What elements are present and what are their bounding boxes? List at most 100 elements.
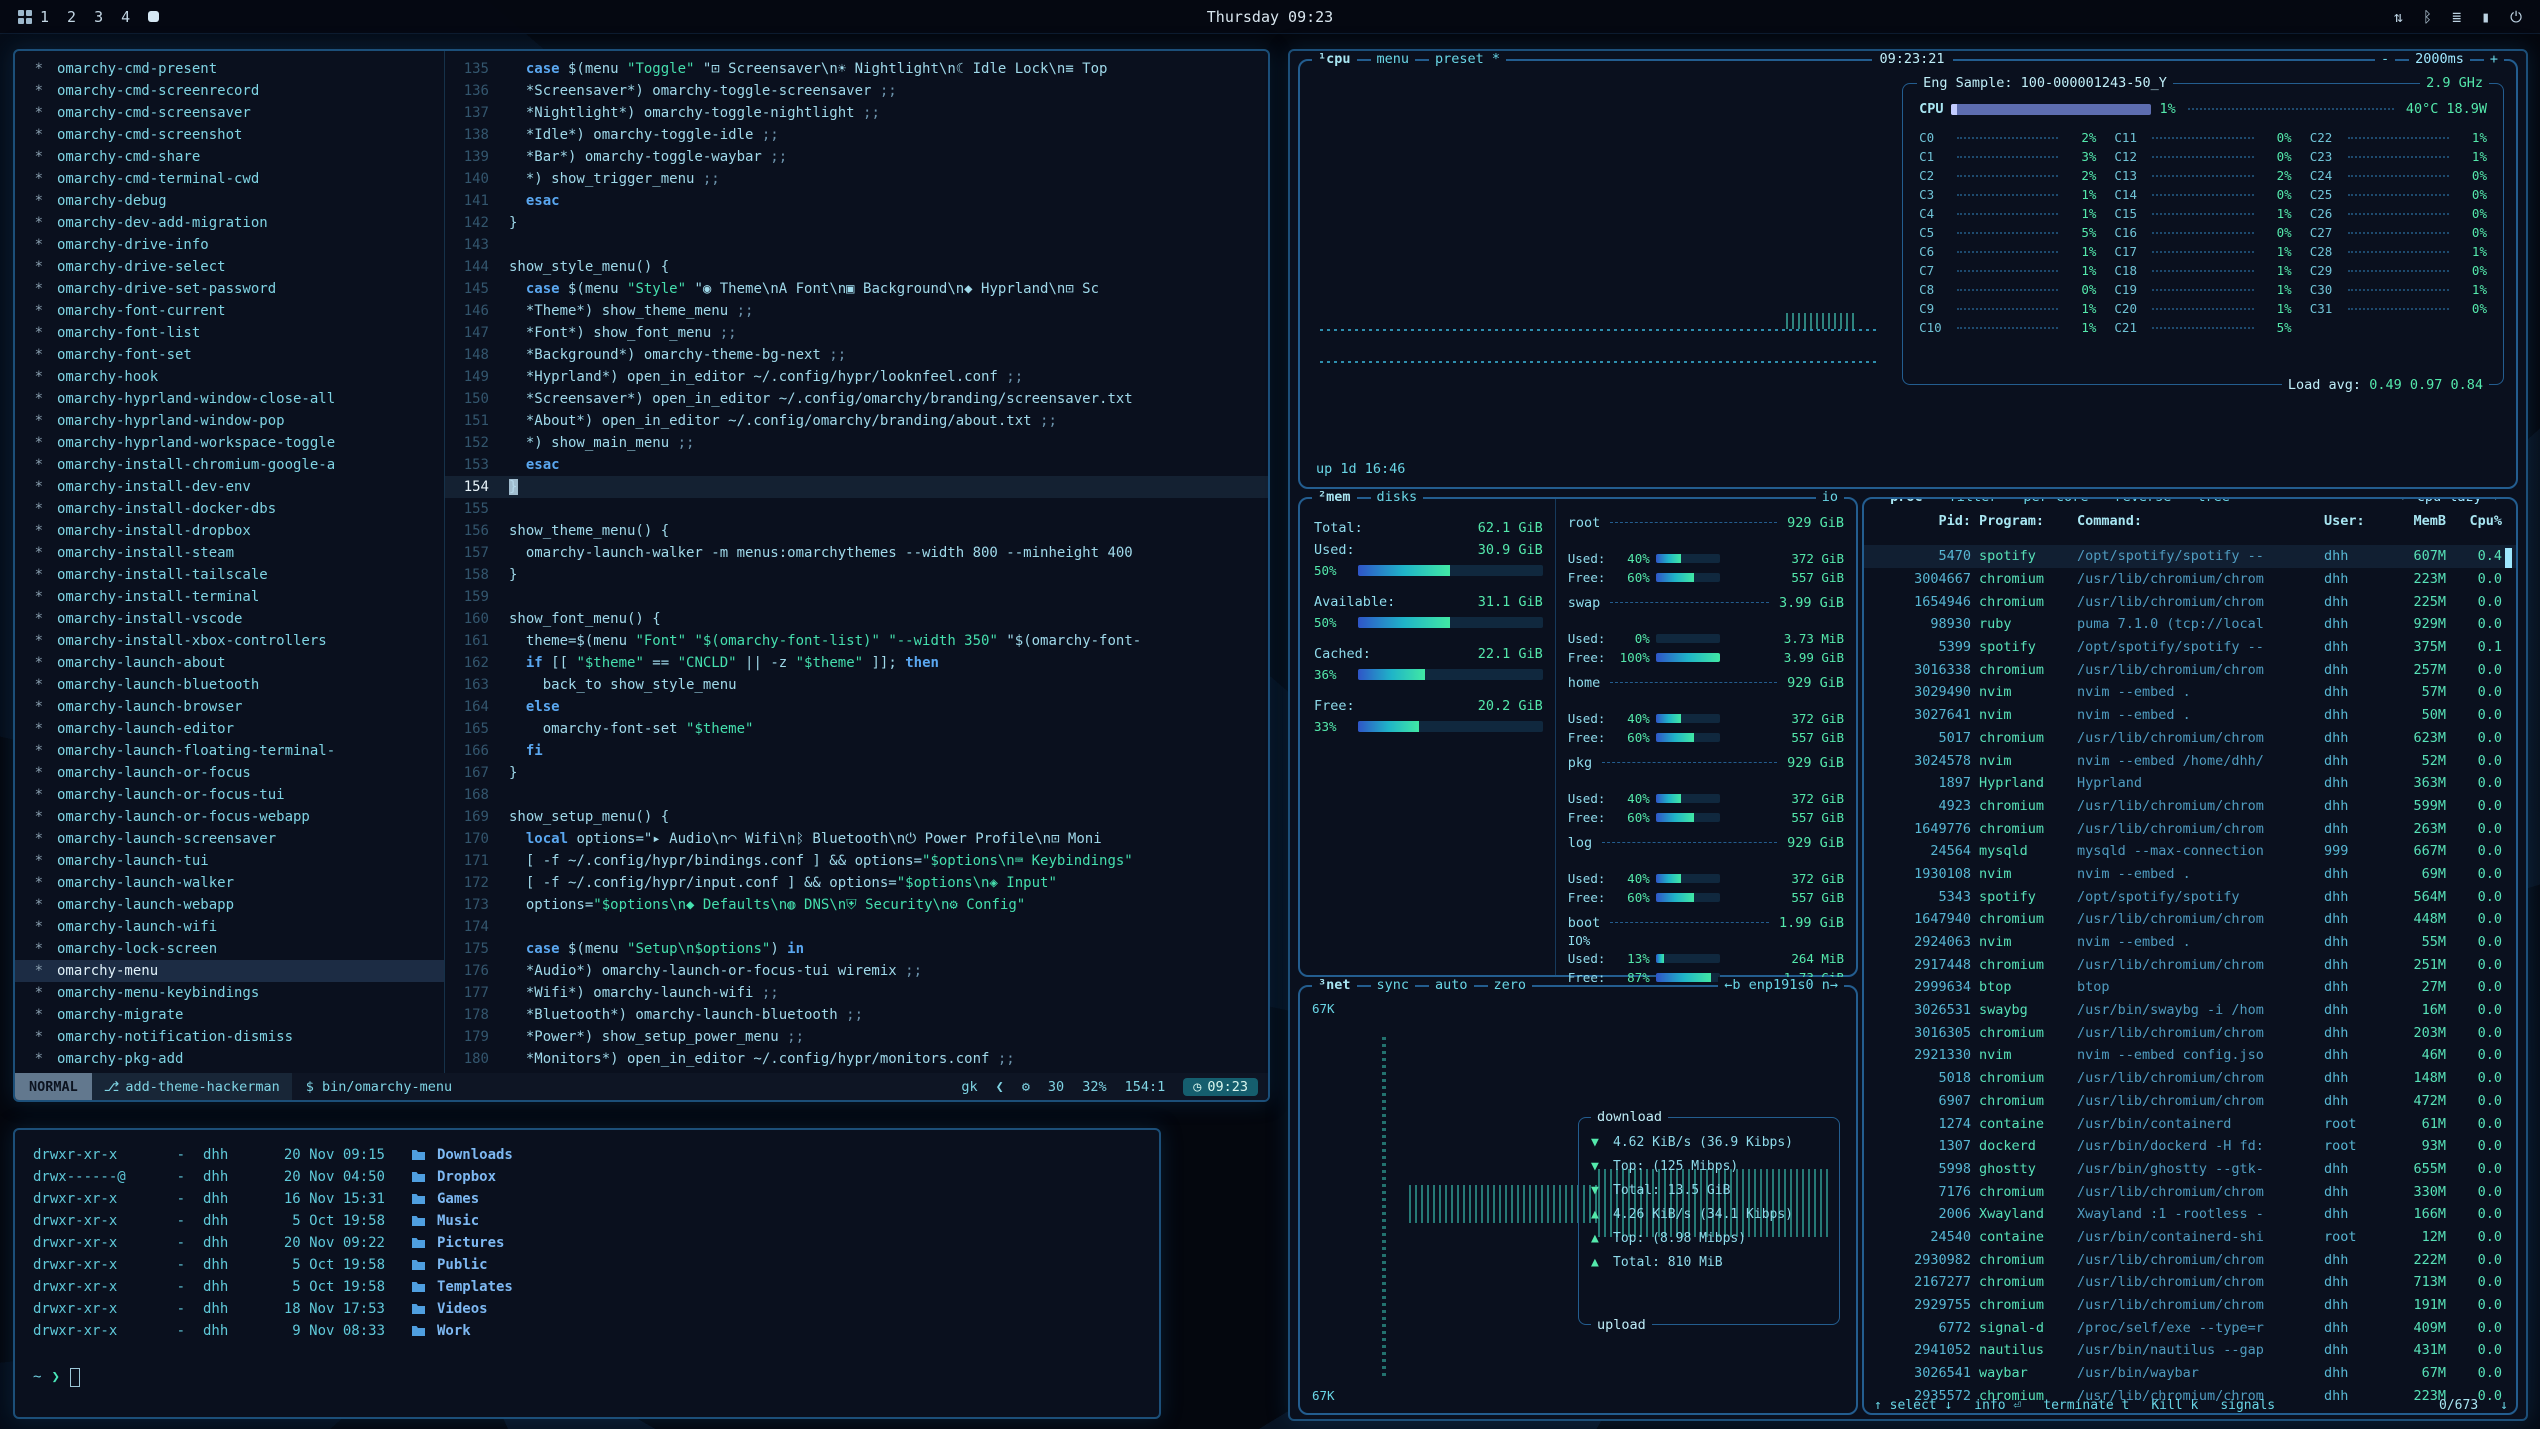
code-line[interactable]: 154 } [445, 476, 1268, 498]
process-row[interactable]: 2167277 chromium /usr/lib/chromium/chrom… [1864, 1271, 2516, 1294]
code-line[interactable]: 135 case $(menu "Toggle" "⊡ Screensaver\… [445, 58, 1268, 80]
network-interface[interactable]: ←b enp191s0 n→ [1718, 977, 1844, 993]
code-editor[interactable]: 135 case $(menu "Toggle" "⊡ Screensaver\… [445, 51, 1268, 1073]
code-line[interactable]: 163 back_to show_style_menu [445, 674, 1268, 696]
file-list-item[interactable]: * omarchy-install-dev-env [15, 476, 444, 498]
col-user[interactable]: User: [2324, 513, 2376, 529]
file-list-item[interactable]: * omarchy-hyprland-workspace-toggle [15, 432, 444, 454]
process-row[interactable]: 1274 containe /usr/bin/containerd root 6… [1864, 1112, 2516, 1135]
tab-cpu[interactable]: ¹cpu [1312, 51, 1357, 67]
code-line[interactable]: 156 show_theme_menu() { [445, 520, 1268, 542]
file-list-item[interactable]: * omarchy-launch-or-focus-tui [15, 784, 444, 806]
file-list-item[interactable]: * omarchy-launch-webapp [15, 894, 444, 916]
file-list[interactable]: * omarchy-cmd-present * omarchy-cmd-scre… [15, 51, 445, 1073]
process-row[interactable]: 2006 Xwayland Xwayland :1 -rootless - dh… [1864, 1203, 2516, 1226]
code-line[interactable]: 142 } [445, 212, 1268, 234]
process-row[interactable]: 1897 Hyprland Hyprland dhh 363M 0.0 [1864, 772, 2516, 795]
code-line[interactable]: 179 *Power*) show_setup_power_menu ;; [445, 1026, 1268, 1048]
process-row[interactable]: 98930 ruby puma 7.1.0 (tcp://local dhh 9… [1864, 613, 2516, 636]
code-line[interactable]: 143 [445, 234, 1268, 256]
file-list-item[interactable]: * omarchy-hyprland-window-close-all [15, 388, 444, 410]
footer-key-hint[interactable]: terminate t [2043, 1398, 2129, 1413]
file-list-item[interactable]: * omarchy-launch-about [15, 652, 444, 674]
process-row[interactable]: 3026541 waybar /usr/bin/waybar dhh 67M 0… [1864, 1362, 2516, 1385]
process-list[interactable]: 5470 spotify /opt/spotify/spotify -- dhh… [1864, 545, 2516, 1411]
tab-preset[interactable]: preset * [1429, 51, 1506, 67]
tab-filter[interactable]: filter [1943, 497, 2004, 505]
code-line[interactable]: 162 if [[ "$theme" == "CNCLD" || -z "$th… [445, 652, 1268, 674]
process-row[interactable]: 5998 ghostty /usr/bin/ghostty --gtk- dhh… [1864, 1158, 2516, 1181]
code-line[interactable]: 150 *Screensaver*) open_in_editor ~/.con… [445, 388, 1268, 410]
code-line[interactable]: 140 *) show_trigger_menu ;; [445, 168, 1268, 190]
code-line[interactable]: 157 omarchy-launch-walker -m menus:omarc… [445, 542, 1268, 564]
process-row[interactable]: 3016338 chromium /usr/lib/chromium/chrom… [1864, 658, 2516, 681]
code-line[interactable]: 161 theme=$(menu "Font" "$(omarchy-font-… [445, 630, 1268, 652]
file-list-item[interactable]: * omarchy-launch-wifi [15, 916, 444, 938]
file-list-item[interactable]: * omarchy-lock-screen [15, 938, 444, 960]
col-cpu[interactable]: Cpu% [2454, 513, 2502, 529]
process-row[interactable]: 1649776 chromium /usr/lib/chromium/chrom… [1864, 817, 2516, 840]
process-row[interactable]: 6772 signal-d /proc/self/exe --type=r dh… [1864, 1316, 2516, 1339]
network-icon[interactable]: ⇅ [2394, 8, 2403, 26]
process-row[interactable]: 3024578 nvim nvim --embed /home/dhh/ dhh… [1864, 749, 2516, 772]
process-row[interactable]: 5399 spotify /opt/spotify/spotify -- dhh… [1864, 636, 2516, 659]
file-list-item[interactable]: * omarchy-cmd-screenshot [15, 124, 444, 146]
code-line[interactable]: 159 [445, 586, 1268, 608]
tab-proc[interactable]: ⁴proc [1876, 497, 1929, 505]
footer-key-hint[interactable]: signals [2220, 1398, 2275, 1413]
shell-prompt[interactable]: ~ ❯ [33, 1366, 1141, 1388]
code-line[interactable]: 160 show_font_menu() { [445, 608, 1268, 630]
process-row[interactable]: 7176 chromium /usr/lib/chromium/chrom dh… [1864, 1180, 2516, 1203]
file-list-item[interactable]: * omarchy-cmd-present [15, 58, 444, 80]
footer-key-hint[interactable]: info ⏎ [1974, 1398, 2021, 1413]
terminal-window[interactable]: drwxr-xr-x - dhh 20 Nov 09:15 Downloads … [13, 1128, 1161, 1419]
file-list-item[interactable]: * omarchy-launch-browser [15, 696, 444, 718]
process-row[interactable]: 4923 chromium /usr/lib/chromium/chrom dh… [1864, 795, 2516, 818]
file-list-item[interactable]: * omarchy-launch-editor [15, 718, 444, 740]
file-list-item[interactable]: * omarchy-cmd-share [15, 146, 444, 168]
file-list-item[interactable]: * omarchy-install-steam [15, 542, 444, 564]
file-list-item[interactable]: * omarchy-drive-info [15, 234, 444, 256]
process-row[interactable]: 2941052 nautilus /usr/bin/nautilus --gap… [1864, 1339, 2516, 1362]
sort-selector[interactable]: ← cpu lazy → [2394, 497, 2504, 505]
file-list-item[interactable]: * omarchy-install-terminal [15, 586, 444, 608]
file-list-item[interactable]: * omarchy-pkg-add [15, 1048, 444, 1070]
tab-zero[interactable]: zero [1488, 977, 1533, 993]
file-list-item[interactable]: * omarchy-launch-screensaver [15, 828, 444, 850]
tab-disks[interactable]: disks [1371, 489, 1424, 505]
tab-auto[interactable]: auto [1429, 977, 1474, 993]
process-row[interactable]: 2924063 nvim nvim --embed . dhh 55M 0.0 [1864, 931, 2516, 954]
power-icon[interactable]: ⏻ [2510, 8, 2522, 26]
code-line[interactable]: 167 } [445, 762, 1268, 784]
file-list-item[interactable]: * omarchy-launch-bluetooth [15, 674, 444, 696]
process-row[interactable]: 5470 spotify /opt/spotify/spotify -- dhh… [1864, 545, 2516, 568]
tab-sync[interactable]: sync [1371, 977, 1416, 993]
code-line[interactable]: 138 *Idle*) omarchy-toggle-idle ;; [445, 124, 1268, 146]
rate-decrease-button[interactable]: - [2375, 51, 2395, 67]
tab-mem[interactable]: ²mem [1312, 489, 1357, 505]
code-line[interactable]: 171 [ -f ~/.config/hypr/bindings.conf ] … [445, 850, 1268, 872]
code-line[interactable]: 136 *Screensaver*) omarchy-toggle-screen… [445, 80, 1268, 102]
process-row[interactable]: 2921330 nvim nvim --embed config.jso dhh… [1864, 1044, 2516, 1067]
file-list-item[interactable]: * omarchy-install-vscode [15, 608, 444, 630]
code-line[interactable]: 147 *Font*) show_font_menu ;; [445, 322, 1268, 344]
process-row[interactable]: 2999634 btop btop dhh 27M 0.0 [1864, 976, 2516, 999]
code-line[interactable]: 164 else [445, 696, 1268, 718]
code-line[interactable]: 146 *Theme*) show_theme_menu ;; [445, 300, 1268, 322]
file-list-item[interactable]: * omarchy-launch-floating-terminal- [15, 740, 444, 762]
code-line[interactable]: 153 esac [445, 454, 1268, 476]
code-line[interactable]: 137 *Nightlight*) omarchy-toggle-nightli… [445, 102, 1268, 124]
process-row[interactable]: 3016305 chromium /usr/lib/chromium/chrom… [1864, 1021, 2516, 1044]
tab-menu[interactable]: menu [1371, 51, 1416, 67]
code-line[interactable]: 166 fi [445, 740, 1268, 762]
file-list-item[interactable]: * omarchy-launch-or-focus [15, 762, 444, 784]
code-line[interactable]: 158 } [445, 564, 1268, 586]
file-list-item[interactable]: * omarchy-hook [15, 366, 444, 388]
file-list-item[interactable]: * omarchy-debug [15, 190, 444, 212]
file-list-item[interactable]: * omarchy-menu-keybindings [15, 982, 444, 1004]
file-list-item[interactable]: * omarchy-menu [15, 960, 444, 982]
process-row[interactable]: 1654946 chromium /usr/lib/chromium/chrom… [1864, 590, 2516, 613]
bluetooth-icon[interactable]: ᛒ [2423, 8, 2432, 26]
file-list-item[interactable]: * omarchy-install-xbox-controllers [15, 630, 444, 652]
footer-key-hint[interactable]: Kill k [2151, 1398, 2198, 1413]
